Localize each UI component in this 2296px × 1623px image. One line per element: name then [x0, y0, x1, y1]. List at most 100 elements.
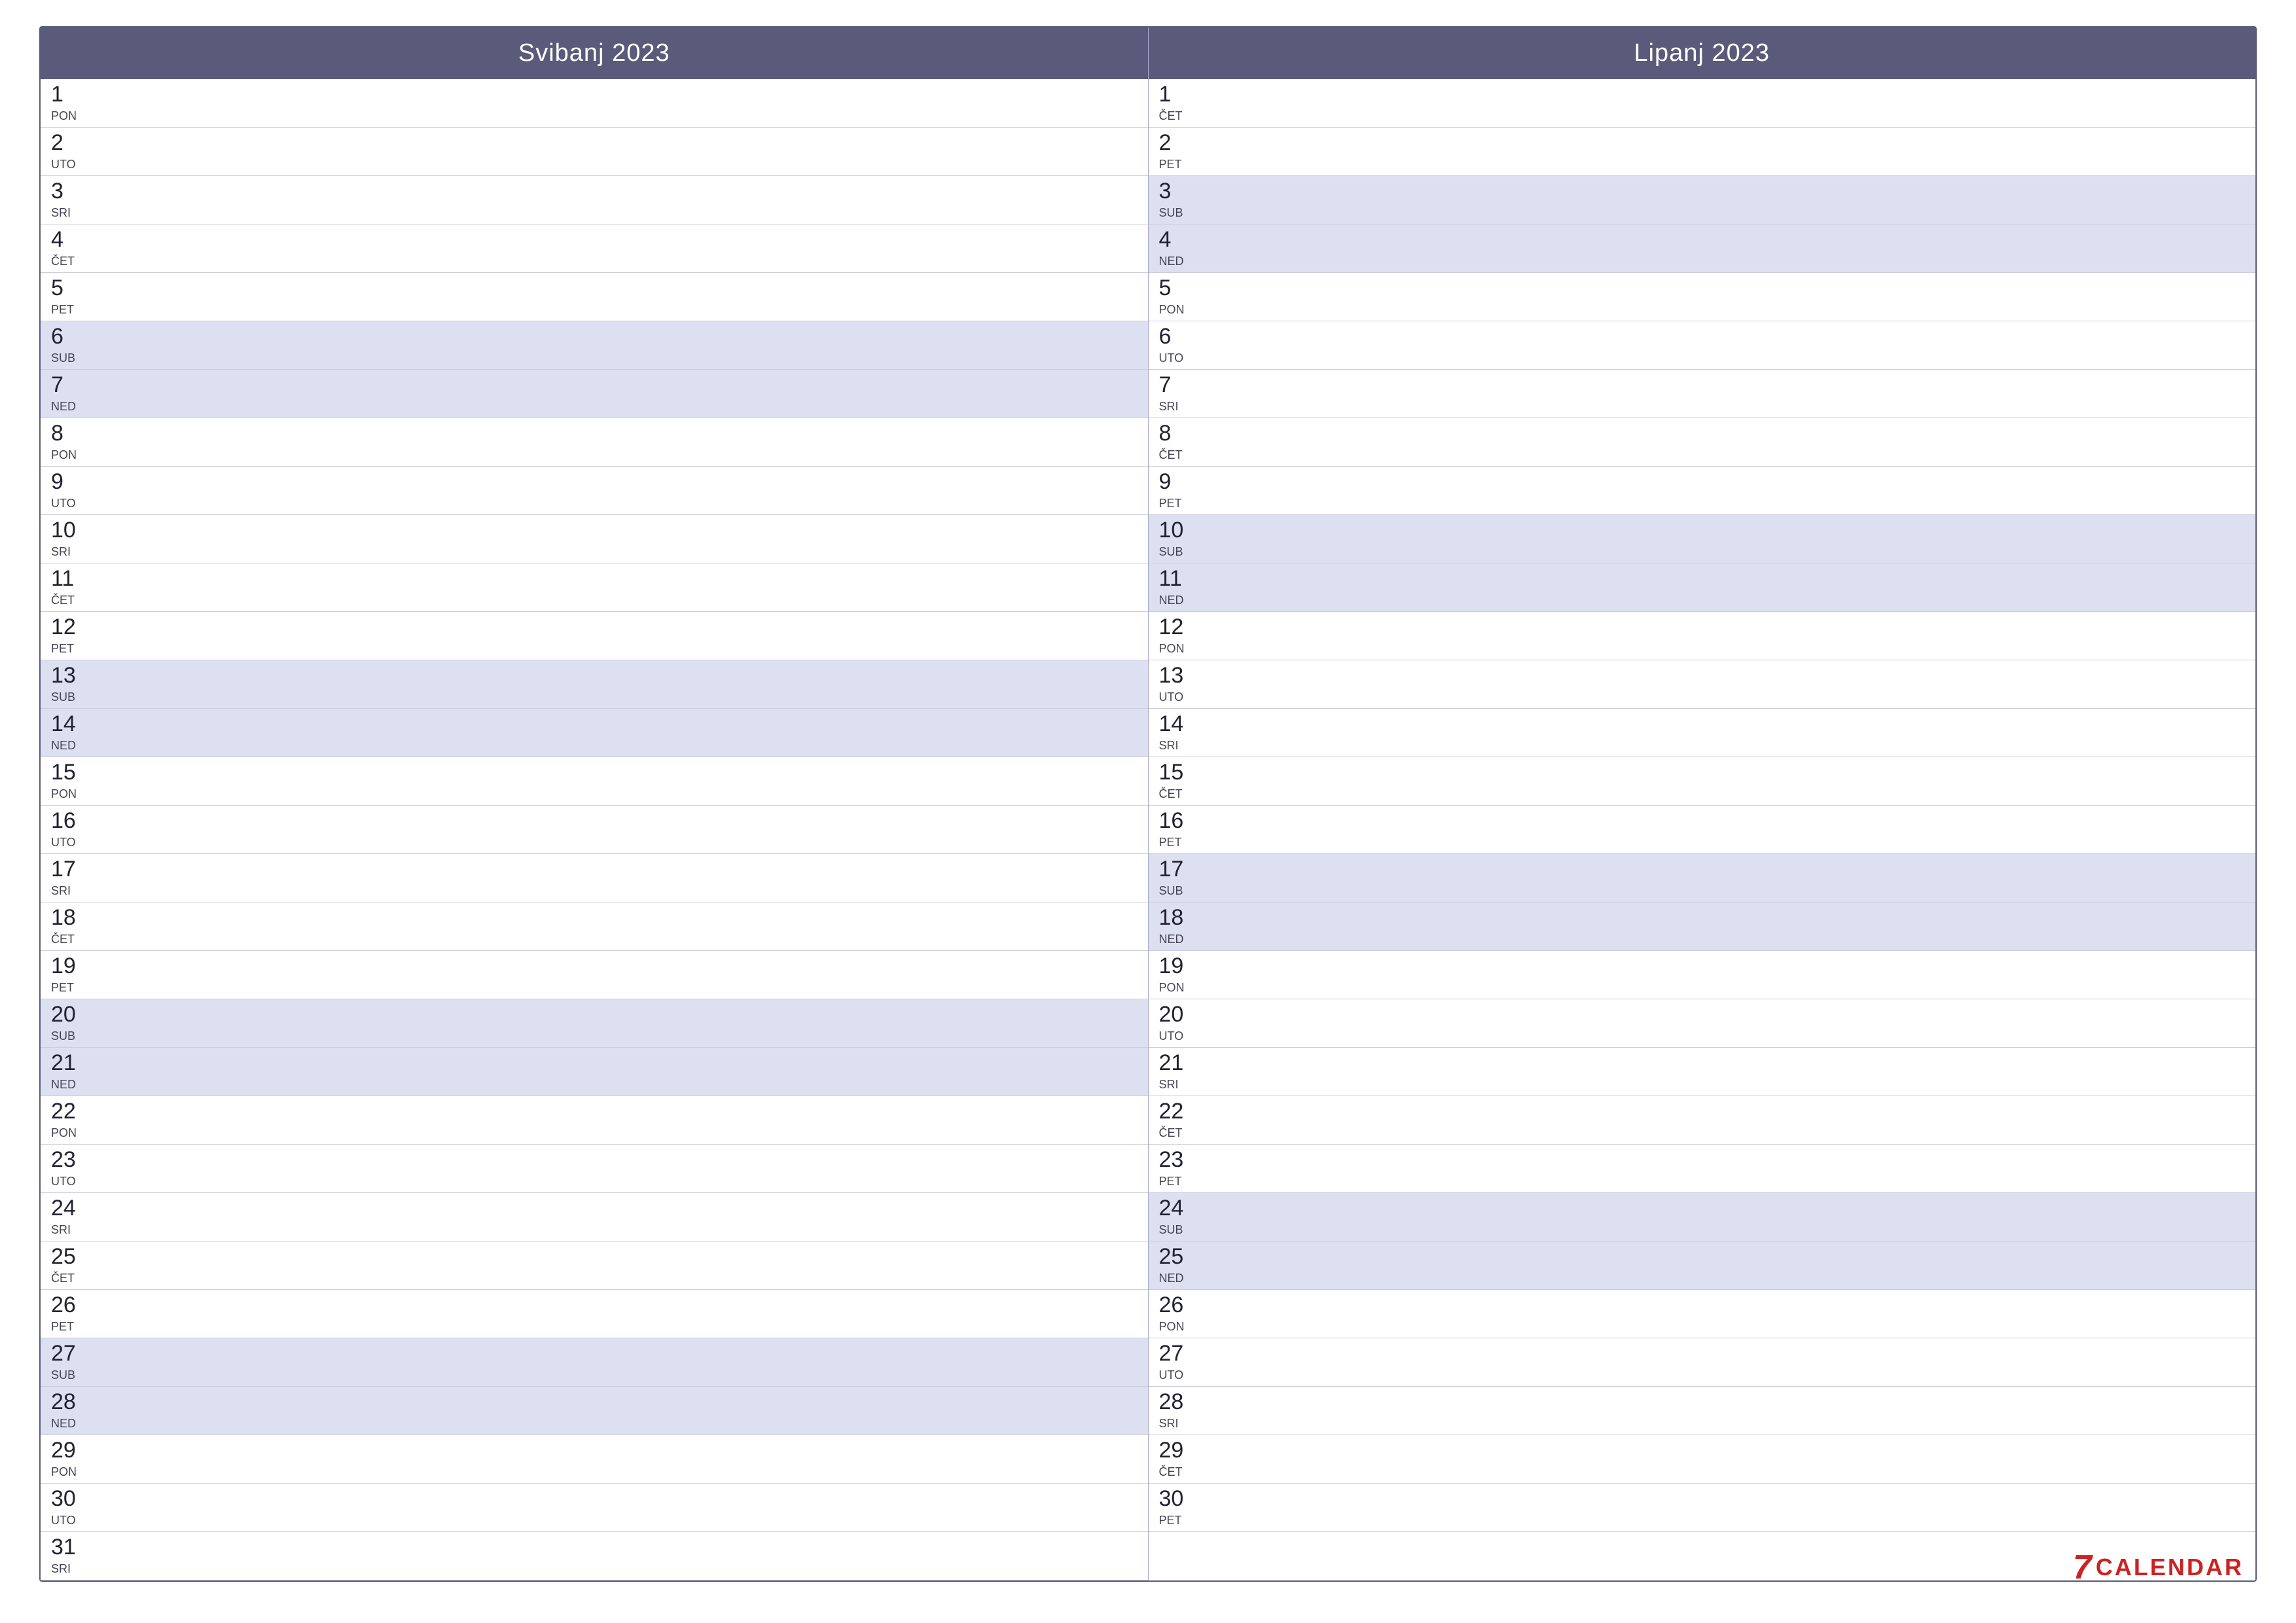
- day-info: 2UTO: [51, 132, 90, 171]
- day-row: 29PON: [41, 1435, 1148, 1484]
- day-number: 25: [51, 1245, 90, 1268]
- day-number: 23: [51, 1149, 90, 1171]
- calendar-container: Svibanj 20231PON2UTO3SRI4ČET5PET6SUB7NED…: [39, 26, 2257, 1582]
- day-row: 26PON: [1149, 1290, 2256, 1338]
- day-row: 21NED: [41, 1048, 1148, 1096]
- day-info: 29PON: [51, 1439, 90, 1479]
- day-row: 26PET: [41, 1290, 1148, 1338]
- day-row: 20UTO: [1149, 999, 2256, 1048]
- day-info: 6SUB: [51, 325, 90, 365]
- day-name: PET: [1159, 158, 1198, 171]
- day-name: SRI: [51, 1223, 90, 1237]
- day-number: 6: [51, 325, 90, 348]
- day-info: 3SUB: [1159, 180, 1198, 220]
- day-name: SUB: [51, 1029, 90, 1043]
- day-info: 29ČET: [1159, 1439, 1198, 1479]
- day-info: 17SUB: [1159, 858, 1198, 898]
- day-name: PET: [1159, 1175, 1198, 1188]
- day-number: 22: [51, 1100, 90, 1122]
- day-name: PET: [1159, 1514, 1198, 1527]
- day-number: 31: [51, 1536, 90, 1558]
- day-number: 27: [1159, 1342, 1198, 1364]
- day-info: 13UTO: [1159, 664, 1198, 704]
- day-row: 4ČET: [41, 224, 1148, 273]
- day-name: ČET: [1159, 1126, 1198, 1140]
- day-name: PET: [1159, 497, 1198, 510]
- day-number: 21: [1159, 1052, 1198, 1074]
- day-number: 24: [1159, 1197, 1198, 1219]
- day-number: 17: [51, 858, 90, 880]
- day-number: 28: [51, 1391, 90, 1413]
- day-row: 5PET: [41, 273, 1148, 321]
- day-number: 19: [1159, 955, 1198, 977]
- day-info: 6UTO: [1159, 325, 1198, 365]
- day-name: ČET: [51, 594, 90, 607]
- day-row: 28SRI: [1149, 1387, 2256, 1435]
- day-info: 19PET: [51, 955, 90, 995]
- day-row: 24SRI: [41, 1193, 1148, 1241]
- day-row: 30UTO: [41, 1484, 1148, 1532]
- day-row: 16PET: [1149, 806, 2256, 854]
- day-name: ČET: [1159, 448, 1198, 462]
- day-number: 4: [1159, 228, 1198, 251]
- page: Svibanj 20231PON2UTO3SRI4ČET5PET6SUB7NED…: [0, 0, 2296, 1623]
- day-number: 1: [51, 83, 90, 105]
- day-name: UTO: [51, 1175, 90, 1188]
- day-row: 12PON: [1149, 612, 2256, 660]
- day-name: ČET: [1159, 787, 1198, 801]
- day-row: 11 ČET: [41, 563, 1148, 612]
- day-info: 12PET: [51, 616, 90, 656]
- day-row: 10SUB: [1149, 515, 2256, 563]
- day-row: 14SRI: [1149, 709, 2256, 757]
- day-name: ČET: [51, 933, 90, 946]
- day-number: 4: [51, 228, 90, 251]
- day-number: 16: [1159, 810, 1198, 832]
- day-number: 14: [1159, 713, 1198, 735]
- day-info: 30PET: [1159, 1488, 1198, 1527]
- day-info: 2PET: [1159, 132, 1198, 171]
- day-info: 9UTO: [51, 471, 90, 510]
- month-section-may: Svibanj 20231PON2UTO3SRI4ČET5PET6SUB7NED…: [41, 27, 1149, 1580]
- day-row: 31SRI: [41, 1532, 1148, 1580]
- day-number: 1: [1159, 83, 1198, 105]
- day-info: 3SRI: [51, 180, 90, 220]
- day-info: 5PET: [51, 277, 90, 317]
- day-info: 23PET: [1159, 1149, 1198, 1188]
- day-row: 14NED: [41, 709, 1148, 757]
- day-row: 28NED: [41, 1387, 1148, 1435]
- day-number: 8: [1159, 422, 1198, 444]
- day-name: PET: [51, 642, 90, 656]
- month-section-june: Lipanj 20231ČET2PET3SUB4NED5PON6UTO7SRI8…: [1149, 27, 2256, 1580]
- day-info: 26PET: [51, 1294, 90, 1334]
- day-number: 10: [51, 519, 90, 541]
- day-row: 22PON: [41, 1096, 1148, 1145]
- day-row: 18 ČET: [41, 902, 1148, 951]
- day-info: 23 UTO: [51, 1149, 90, 1188]
- day-info: 28NED: [51, 1391, 90, 1431]
- day-name: SUB: [1159, 545, 1198, 559]
- day-name: PON: [1159, 303, 1198, 317]
- day-name: SRI: [1159, 400, 1198, 414]
- day-number: 6: [1159, 325, 1198, 348]
- day-number: 29: [51, 1439, 90, 1461]
- day-info: 30UTO: [51, 1488, 90, 1527]
- logo-number: 7: [2073, 1548, 2092, 1587]
- day-info: 27UTO: [1159, 1342, 1198, 1382]
- day-row: 9UTO: [41, 467, 1148, 515]
- day-number: 11: [51, 567, 90, 590]
- day-info: 25NED: [1159, 1245, 1198, 1285]
- day-row: 10SRI: [41, 515, 1148, 563]
- day-number: 9: [1159, 471, 1198, 493]
- day-name: SUB: [51, 1368, 90, 1382]
- day-info: 8PON: [51, 422, 90, 462]
- day-info: 31SRI: [51, 1536, 90, 1576]
- day-number: 18: [51, 906, 90, 929]
- day-info: 24SUB: [1159, 1197, 1198, 1237]
- day-row: 6SUB: [41, 321, 1148, 370]
- day-number: 3: [1159, 180, 1198, 202]
- day-row: 29ČET: [1149, 1435, 2256, 1484]
- day-number: 19: [51, 955, 90, 977]
- day-name: SUB: [51, 690, 90, 704]
- month-header-june: Lipanj 2023: [1149, 27, 2256, 79]
- day-number: 7: [1159, 374, 1198, 396]
